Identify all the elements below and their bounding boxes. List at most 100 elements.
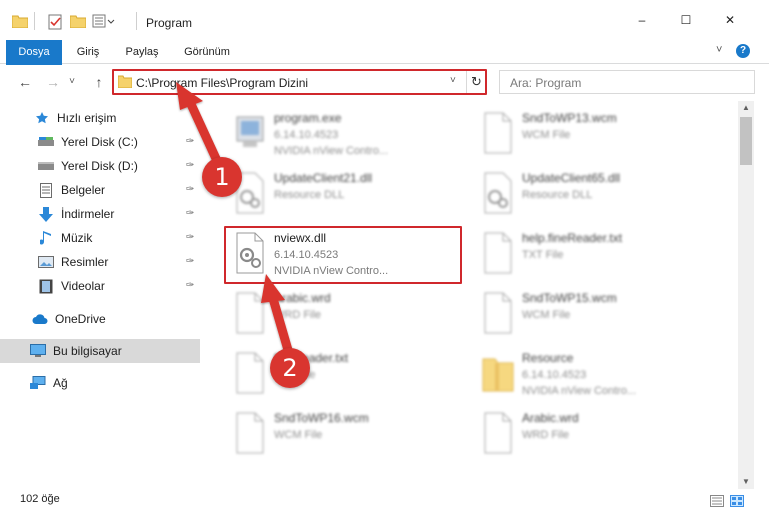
- sidebar-item-local-disk-c[interactable]: Yerel Disk (C:) ✑: [0, 130, 200, 154]
- file-type: TXT File: [522, 249, 564, 261]
- file-name: SndToWP16.wcm: [274, 411, 369, 425]
- tab-home[interactable]: Giriş: [62, 40, 114, 64]
- maximize-button[interactable]: ☐: [676, 10, 696, 30]
- sidebar-item-label: Yerel Disk (D:): [61, 159, 138, 173]
- status-bar: 102 öğe: [0, 490, 769, 512]
- blank-file-icon: [484, 292, 512, 334]
- tab-share[interactable]: Paylaş: [114, 40, 170, 64]
- vertical-scrollbar[interactable]: ▲ ▼: [738, 101, 754, 489]
- customize-toolbar-icon[interactable]: [92, 14, 118, 28]
- pin-icon[interactable]: ✑: [186, 136, 194, 147]
- toolbar-divider: [34, 12, 35, 30]
- details-view-icon[interactable]: [710, 495, 724, 507]
- sidebar-item-this-pc[interactable]: Bu bilgisayar: [0, 339, 200, 363]
- sidebar-item-label: Belgeler: [61, 183, 106, 197]
- file-version: 6.14.10.4523: [522, 369, 587, 381]
- sidebar-item-videos[interactable]: Videolar ✑: [0, 274, 200, 298]
- computer-icon: [30, 343, 46, 359]
- ribbon-tabs: Dosya Giriş Paylaş Görünüm ˅: [0, 40, 769, 100]
- back-arrow-icon[interactable]: ←: [16, 73, 34, 91]
- sidebar-item-label: Resimler: [61, 255, 109, 269]
- file-type: Resource DLL: [522, 189, 593, 201]
- list-item[interactable]: SndToWP13.wcm WCM File: [475, 105, 715, 165]
- dll-icon: [484, 172, 512, 214]
- recent-locations-icon[interactable]: ˅: [66, 73, 78, 91]
- document-icon: [38, 182, 54, 198]
- list-item[interactable]: fineReader.txt TXT File: [227, 345, 467, 405]
- step-1-badge: 1: [202, 157, 242, 197]
- sidebar-item-downloads[interactable]: İndirmeler ✑: [0, 202, 200, 226]
- scrollbar-thumb[interactable]: [740, 117, 752, 165]
- pin-icon[interactable]: ✑: [186, 256, 194, 267]
- item-count: 102 öğe: [20, 493, 60, 505]
- blank-file-icon: [236, 292, 264, 334]
- toolbar-divider: [136, 12, 137, 30]
- pin-icon[interactable]: ✑: [186, 184, 194, 195]
- file-name: SndToWP13.wcm: [522, 111, 617, 125]
- file-name: Arabic.wrd: [522, 411, 579, 425]
- pin-icon[interactable]: ✑: [186, 280, 194, 291]
- list-item[interactable]: SndToWP16.wcm WCM File: [227, 405, 467, 465]
- file-type: WCM File: [274, 429, 323, 441]
- search-input[interactable]: Ara: Program: [499, 70, 755, 94]
- list-item[interactable]: Arabic.wrd WRD File: [475, 405, 715, 465]
- tab-view[interactable]: Görünüm: [172, 40, 242, 64]
- file-name: UpdateClient65.dll: [522, 171, 621, 185]
- list-item[interactable]: help.fineReader.txt TXT File: [475, 225, 715, 285]
- scroll-down-icon[interactable]: ▼: [738, 475, 754, 489]
- file-name: Resource: [522, 351, 574, 365]
- pictures-icon: [38, 254, 54, 270]
- list-item[interactable]: program.exe 6.14.10.4523 NVIDIA nView Co…: [227, 105, 467, 165]
- file-type: WCM File: [522, 129, 571, 141]
- sidebar-item-documents[interactable]: Belgeler ✑: [0, 178, 200, 202]
- sidebar-item-quick-access[interactable]: Hızlı erişim: [0, 106, 200, 130]
- forward-arrow-icon[interactable]: →: [44, 73, 62, 91]
- sidebar-item-label: İndirmeler: [61, 207, 115, 221]
- pin-icon[interactable]: ✑: [186, 208, 194, 219]
- pin-icon[interactable]: ✑: [186, 160, 194, 171]
- sidebar-item-label: Yerel Disk (C:): [61, 135, 138, 149]
- folder-icon[interactable]: [12, 14, 28, 28]
- exe-icon: [236, 116, 264, 147]
- sidebar-item-local-disk-d[interactable]: Yerel Disk (D:) ✑: [0, 154, 200, 178]
- sidebar-item-music[interactable]: Müzik ✑: [0, 226, 200, 250]
- file-description: NVIDIA nView Contro...: [522, 385, 637, 397]
- minimize-button[interactable]: –: [632, 10, 652, 30]
- new-folder-icon[interactable]: [70, 14, 86, 28]
- navigation-bar: ← → ˅ ↑ C:\Program Files\Program Dizini …: [0, 65, 769, 101]
- chevron-down-icon[interactable]: ˅: [716, 44, 722, 56]
- download-icon: [38, 206, 54, 222]
- title-bar: Program – ☐ ✕: [0, 0, 769, 40]
- close-button[interactable]: ✕: [720, 10, 740, 30]
- file-name: SndToWP15.wcm: [522, 291, 617, 305]
- file-name: program.exe: [274, 111, 342, 125]
- sidebar-item-network[interactable]: Ağ: [0, 371, 200, 395]
- list-item[interactable]: SndToWP15.wcm WCM File: [475, 285, 715, 345]
- blank-file-icon: [484, 112, 512, 154]
- sidebar-item-label: Hızlı erişim: [57, 111, 117, 125]
- sidebar-item-pictures[interactable]: Resimler ✑: [0, 250, 200, 274]
- scroll-up-icon[interactable]: ▲: [738, 101, 754, 115]
- list-item[interactable]: UpdateClient21.dll Resource DLL: [227, 165, 467, 225]
- list-item[interactable]: Resource 6.14.10.4523 NVIDIA nView Contr…: [475, 345, 715, 405]
- help-button[interactable]: ?: [736, 44, 750, 58]
- videos-icon: [38, 278, 54, 294]
- navigation-pane: Hızlı erişim Yerel Disk (C:) ✑ Yerel Dis…: [0, 101, 205, 489]
- list-item[interactable]: Arabic.wrd WRD File: [227, 285, 467, 345]
- pin-icon[interactable]: ✑: [186, 232, 194, 243]
- drive-icon: [38, 134, 54, 150]
- file-name: help.fineReader.txt: [522, 231, 623, 245]
- network-icon: [30, 375, 46, 391]
- blank-file-icon: [236, 352, 264, 394]
- blank-file-icon: [236, 412, 264, 454]
- blank-file-icon: [484, 412, 512, 454]
- properties-icon[interactable]: [48, 14, 64, 30]
- up-arrow-icon[interactable]: ↑: [90, 73, 108, 91]
- sidebar-item-label: Müzik: [61, 231, 93, 245]
- address-highlight-box: [112, 69, 487, 95]
- tiles-view-icon[interactable]: [730, 495, 744, 507]
- sidebar-item-onedrive[interactable]: OneDrive: [0, 307, 200, 331]
- cloud-icon: [32, 311, 48, 327]
- drive-icon: [38, 158, 54, 174]
- list-item[interactable]: UpdateClient65.dll Resource DLL: [475, 165, 715, 225]
